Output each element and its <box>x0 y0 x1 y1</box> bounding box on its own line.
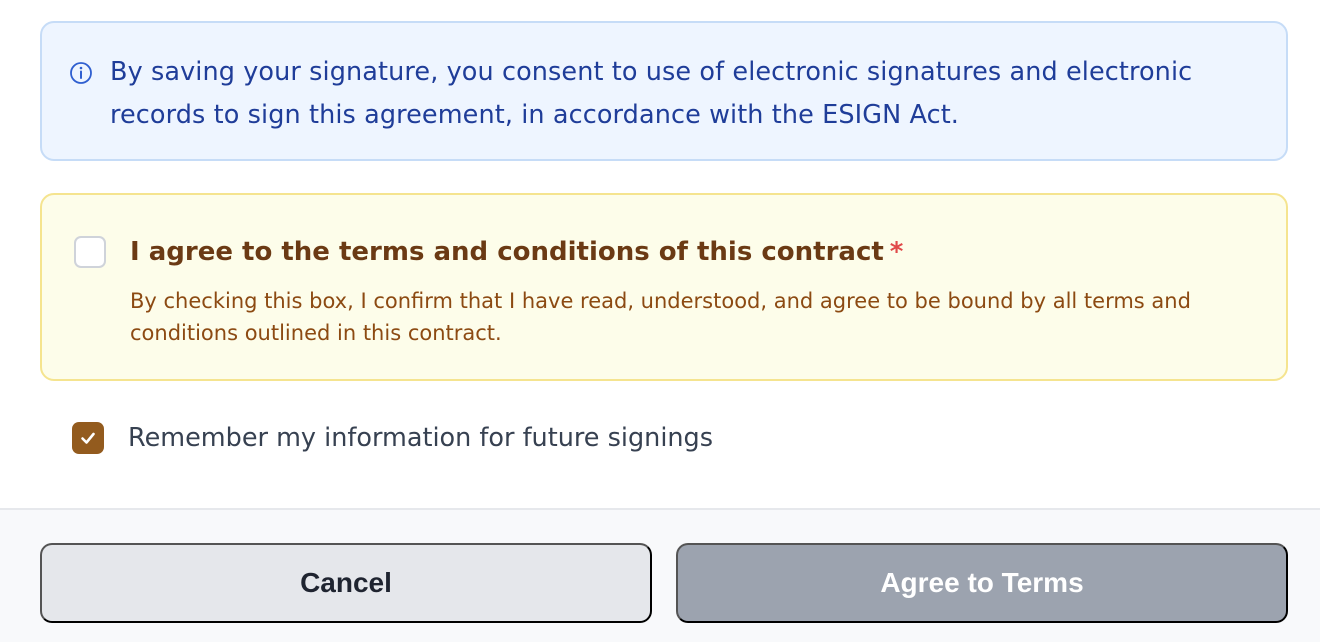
esign-consent-notice: By saving your signature, you consent to… <box>40 21 1288 161</box>
checkmark-icon <box>81 432 95 444</box>
cancel-button[interactable]: Cancel <box>40 543 652 623</box>
remember-me-option[interactable]: Remember my information for future signi… <box>72 422 713 454</box>
info-icon <box>69 61 93 85</box>
terms-title-text[interactable]: I agree to the terms and conditions of t… <box>130 237 884 267</box>
remember-label[interactable]: Remember my information for future signi… <box>128 423 713 453</box>
dialog-footer: Cancel Agree to Terms <box>0 508 1320 642</box>
signature-consent-panel: By saving your signature, you consent to… <box>0 0 1320 508</box>
remember-checkbox[interactable] <box>72 422 104 454</box>
terms-title[interactable]: I agree to the terms and conditions of t… <box>130 234 903 270</box>
terms-description: By checking this box, I confirm that I h… <box>130 289 1191 345</box>
terms-agreement-box: I agree to the terms and conditions of t… <box>40 193 1288 381</box>
agree-to-terms-button[interactable]: Agree to Terms <box>676 543 1288 623</box>
consent-notice-text: By saving your signature, you consent to… <box>110 57 1193 130</box>
required-marker: * <box>889 237 904 267</box>
terms-checkbox[interactable] <box>74 236 106 268</box>
